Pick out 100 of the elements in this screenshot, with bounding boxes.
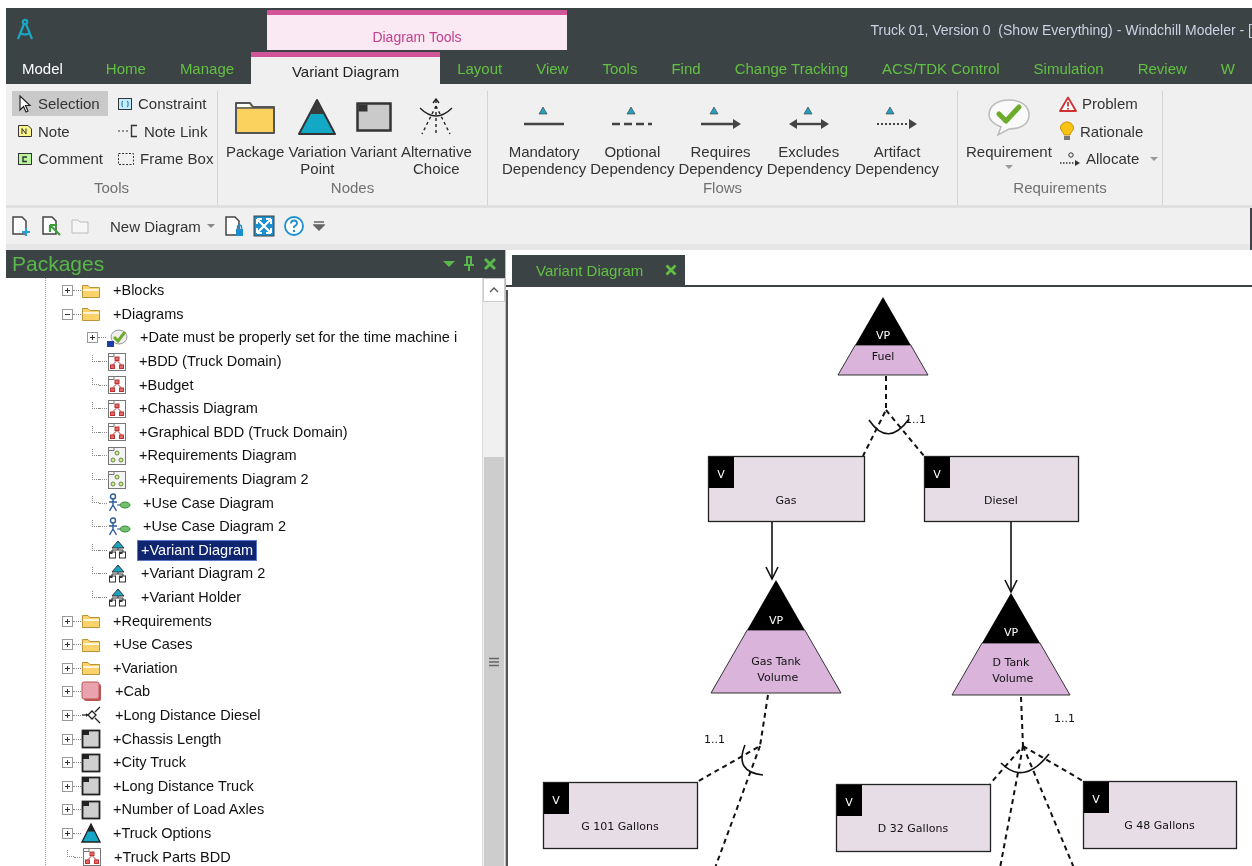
folder-icon	[81, 636, 101, 653]
tree-item[interactable]: +Requirements	[110, 611, 215, 631]
variant-box[interactable]	[923, 455, 1080, 523]
dropdown-caret-icon	[1004, 164, 1013, 170]
expand-icon[interactable]	[87, 332, 98, 344]
ribbon-large-button[interactable]: Package	[224, 91, 287, 177]
file-menu-tab[interactable]: Model	[6, 50, 89, 84]
new-diagram-button[interactable]: New Diagram	[110, 217, 215, 235]
ribbon-group-label: Tools	[93, 179, 130, 198]
tree-item[interactable]: +Chassis Diagram	[136, 399, 261, 419]
pin-icon[interactable]	[463, 256, 475, 272]
tree-item[interactable]: +Long Distance Truck	[110, 776, 257, 796]
tree-item[interactable]: +Variant Diagram	[138, 540, 257, 560]
ribbon-large-button[interactable]: Mandatory Dependency	[500, 91, 589, 177]
tree-item[interactable]: +Use Cases	[110, 635, 196, 655]
ribbon-large-button[interactable]: Artifact Dependency	[852, 91, 942, 177]
ribbon-large-button[interactable]: Requirement	[964, 91, 1054, 177]
select-file-icon	[40, 215, 62, 237]
ribbon-tool-button[interactable]: Selection	[12, 91, 109, 116]
expand-icon[interactable]	[62, 780, 73, 792]
ribbon-tab[interactable]: Variant Diagram	[251, 52, 441, 84]
ribbon-tool-button[interactable]: Note	[12, 118, 109, 144]
tree-item[interactable]: +Use Case Diagram	[140, 493, 277, 513]
tree-item[interactable]: +Blocks	[110, 281, 168, 301]
ribbon-tab[interactable]: Layout	[440, 50, 520, 84]
variation-point-shape[interactable]	[951, 593, 1071, 696]
ribbon-tool-button[interactable]: Allocate	[1053, 146, 1164, 171]
tree-item[interactable]: +BDD (Truck Domain)	[136, 352, 285, 372]
variant-box[interactable]	[542, 781, 699, 850]
ribbon-tool-button[interactable]: Problem	[1053, 91, 1164, 116]
ribbon-tool-button[interactable]: Comment	[12, 146, 109, 171]
context-tab-header: Diagram Tools	[267, 10, 567, 50]
ribbon-large-button[interactable]: Alternative Choice	[398, 91, 474, 177]
tree-item[interactable]: +Date must be properly set for the time machine i	[137, 328, 461, 348]
ribbon-tab[interactable]: W	[1203, 50, 1252, 84]
expand-icon[interactable]	[62, 615, 73, 627]
ribbon-tab[interactable]: Review	[1120, 50, 1204, 84]
expand-icon[interactable]	[62, 757, 73, 769]
variant-box[interactable]	[835, 783, 992, 853]
ribbon-tab[interactable]: View	[519, 50, 586, 84]
stereotype-label: VP	[1003, 626, 1019, 639]
expand-icon[interactable]	[62, 733, 73, 745]
dropdown-icon[interactable]	[443, 260, 455, 268]
variation-point-shape[interactable]	[710, 580, 842, 694]
expand-icon[interactable]	[62, 804, 73, 816]
constraint-icon	[117, 95, 134, 112]
tree-item[interactable]: +City Truck	[110, 753, 189, 773]
expand-icon[interactable]	[62, 827, 73, 839]
ribbon-tool-button[interactable]: Frame Box	[112, 146, 219, 171]
ribbon-tab[interactable]: Tools	[585, 50, 655, 84]
expand-icon[interactable]	[62, 686, 73, 698]
frame-box-icon	[117, 150, 136, 167]
tree-item[interactable]: +Truck Options	[110, 823, 215, 843]
grip-icon	[488, 656, 500, 667]
ribbon-tool-button[interactable]: Constraint	[112, 91, 219, 116]
ribbon-tab[interactable]: Simulation	[1016, 50, 1121, 84]
block-diagram-icon	[107, 398, 127, 419]
tree-item[interactable]: +Budget	[136, 375, 197, 395]
tree-item[interactable]: +Truck Parts BDD	[111, 847, 234, 866]
ribbon-tab[interactable]: Home	[88, 50, 163, 84]
multiplicity-label: 1..1	[704, 733, 725, 746]
window-title: Truck 01, Version 0 (Show Everything) - Windchill Modeler - [	[869, 21, 1252, 40]
multiplicity-label: 1..1	[1054, 712, 1075, 725]
expand-icon[interactable]	[62, 710, 73, 721]
tree-item[interactable]: +Chassis Length	[110, 729, 225, 749]
tree-item[interactable]: +Number of Load Axles	[110, 800, 268, 820]
tree-item[interactable]: +Variant Holder	[138, 588, 245, 607]
tree-item[interactable]: +Diagrams	[110, 304, 187, 324]
document-tab[interactable]: Variant Diagram	[512, 255, 686, 285]
variant-box-icon	[81, 752, 101, 773]
ribbon-large-button[interactable]: Variant	[348, 91, 399, 177]
tree-item[interactable]: +Long Distance Diesel	[112, 706, 264, 725]
ribbon-tab[interactable]: ACS/TDK Control	[865, 50, 1017, 84]
variant-box[interactable]	[707, 455, 866, 523]
expand-icon[interactable]	[62, 285, 73, 297]
requirements-diagram-icon	[107, 445, 127, 466]
tree-item[interactable]: +Variant Diagram 2	[138, 564, 269, 584]
tree-item[interactable]: +Use Case Diagram 2	[140, 517, 290, 537]
tree-item[interactable]: +Cab	[112, 682, 154, 702]
ribbon-tool-button[interactable]: Note Link	[112, 118, 219, 144]
expand-icon[interactable]	[62, 662, 73, 674]
ribbon-tab[interactable]: Manage	[162, 50, 252, 84]
tree-item[interactable]: +Variation	[110, 658, 181, 678]
ribbon-large-button[interactable]: Excludes Dependency	[764, 91, 853, 177]
tree-item[interactable]: +Requirements Diagram 2	[136, 470, 312, 490]
tree-item[interactable]: +Graphical BDD (Truck Domain)	[136, 422, 351, 442]
ribbon-tab[interactable]: Find	[654, 50, 718, 84]
close-icon[interactable]	[483, 257, 497, 271]
expand-icon[interactable]	[62, 639, 73, 651]
variation-point-shape[interactable]	[837, 297, 929, 376]
tree-item[interactable]: +Requirements Diagram	[136, 446, 300, 466]
close-icon[interactable]	[665, 264, 678, 276]
ribbon-large-button[interactable]: Variation Point	[286, 91, 349, 177]
ribbon-large-button[interactable]: Optional Dependency	[588, 91, 677, 177]
scrollbar[interactable]	[482, 278, 505, 866]
ribbon-tool-button[interactable]: Rationale	[1053, 118, 1164, 144]
variant-box[interactable]	[1082, 780, 1238, 850]
ribbon-tab[interactable]: Change Tracking	[717, 50, 866, 84]
ribbon-large-button[interactable]: Requires Dependency	[676, 91, 765, 177]
collapse-icon[interactable]	[62, 308, 73, 320]
